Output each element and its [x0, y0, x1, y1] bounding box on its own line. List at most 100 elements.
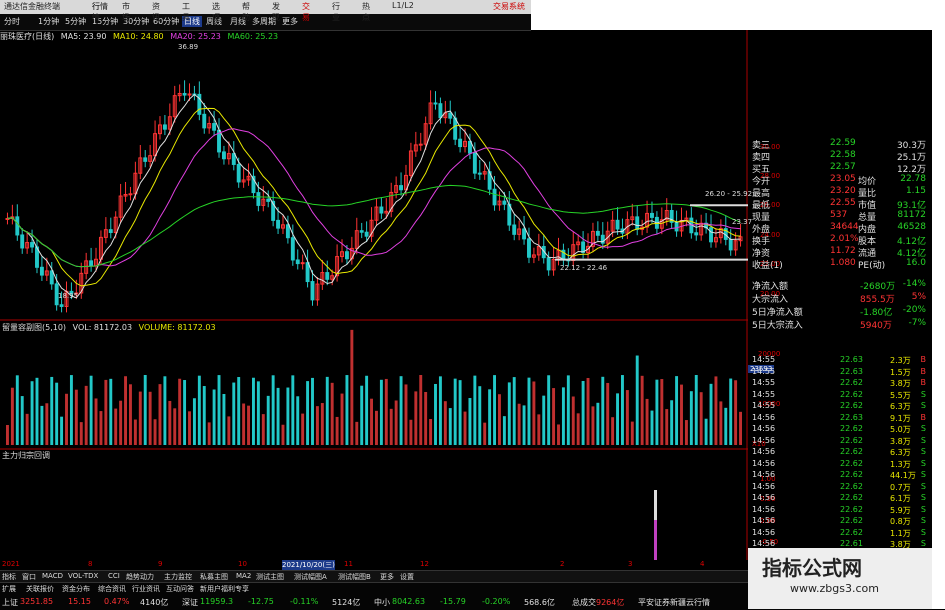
tick-price: 22.63: [840, 355, 863, 364]
tick-volume: 3.8万: [890, 436, 911, 446]
tab-test-main[interactable]: 测试主图: [256, 572, 284, 582]
volume-bar: [488, 389, 492, 445]
menu-item-quote[interactable]: 行情: [92, 1, 100, 23]
tab-extend[interactable]: 扩展: [2, 584, 16, 594]
tab-ma2[interactable]: MA2: [236, 572, 251, 580]
menu-item-news[interactable]: 资讯: [152, 1, 160, 23]
menu-item-help[interactable]: 帮助: [242, 1, 250, 23]
tick-side: B: [920, 355, 927, 364]
date-tick: 11: [344, 560, 353, 568]
tab-new-user[interactable]: 新用户福利专享: [200, 584, 249, 594]
menu-item-hot[interactable]: 热点: [362, 1, 370, 23]
tick-row[interactable]: 14:56 22.62 1.1万 S: [750, 528, 930, 539]
indicator-pane-title: 主力归宗回调: [2, 450, 50, 461]
tab-related-quote[interactable]: 关联报价: [26, 584, 54, 594]
tab-industry-news[interactable]: 行业资讯: [132, 584, 160, 594]
account-link[interactable]: 交易系统: [493, 1, 525, 12]
index-c: 15.15: [68, 597, 91, 606]
candle-body: [502, 200, 507, 205]
tab-more[interactable]: 更多: [380, 572, 394, 582]
volume-bar: [655, 379, 659, 445]
tab-qa[interactable]: 互动问答: [166, 584, 194, 594]
tick-volume: 9.1万: [890, 413, 911, 423]
volume-bar: [212, 389, 216, 445]
tab-trend-power[interactable]: 趋势动力: [126, 572, 154, 582]
tab-period-5min[interactable]: 5分钟: [65, 16, 86, 27]
tick-row[interactable]: 14:56 22.62 5.9万 S: [750, 505, 930, 516]
tick-price: 22.62: [840, 516, 863, 525]
tab-test-a[interactable]: 测试幅图A: [294, 572, 327, 582]
tab-private-main[interactable]: 私募主图: [200, 572, 228, 582]
news-ticker[interactable]: 平安证券新疆云行情: [638, 597, 710, 608]
flow-percent: -20%: [902, 305, 926, 315]
tick-row[interactable]: 14:56 22.62 0.8万 S: [750, 516, 930, 527]
tick-volume: 2.3万: [890, 356, 911, 365]
volume-bar: [507, 382, 511, 445]
menu-item-industry[interactable]: 行业: [332, 1, 340, 23]
menu-item-market[interactable]: 市场: [122, 1, 130, 23]
tick-time: 14:56: [752, 435, 776, 445]
tab-indicator[interactable]: 指标: [2, 572, 16, 582]
tab-window[interactable]: 窗口: [22, 572, 36, 582]
menu-item-tools[interactable]: 工具: [182, 1, 190, 23]
tab-main-monitor[interactable]: 主力监控: [164, 572, 192, 582]
index-v: 8042.63: [392, 597, 426, 606]
tick-row[interactable]: 14:55 22.62 5.5万 S: [750, 390, 930, 401]
tick-row[interactable]: 14:55 22.62 6.3万 S: [750, 401, 930, 412]
menu-item-discover[interactable]: 发现: [272, 1, 280, 23]
date-tick: 8: [88, 560, 93, 568]
index-v: 9264亿: [596, 598, 625, 607]
volume-bar: [389, 408, 393, 445]
tick-row[interactable]: 14:56 22.62 0.7万 S: [750, 482, 930, 493]
tick-time: 14:56: [752, 504, 776, 514]
menu-item-trade[interactable]: 交易: [302, 1, 310, 23]
tick-row[interactable]: 14:56 22.62 1.3万 S: [750, 459, 930, 470]
volume-bar: [581, 380, 585, 445]
kline-chart[interactable]: [0, 30, 748, 570]
tick-row[interactable]: 14:56 22.62 6.3万 S: [750, 447, 930, 458]
tab-vol-tdx[interactable]: VOL-TDX: [68, 572, 98, 580]
candle-body: [527, 238, 531, 258]
tick-row[interactable]: 14:55 22.62 3.8万 B: [750, 378, 930, 389]
tick-time: 14:55: [752, 401, 776, 410]
window-title: 通达信金融终端: [4, 2, 60, 11]
volume-bar: [281, 424, 285, 445]
volume-bar: [739, 411, 742, 445]
tick-price: 22.62: [840, 527, 863, 537]
tab-macd[interactable]: MACD: [42, 572, 63, 580]
candle-body: [221, 151, 226, 160]
menu-item-level2[interactable]: L1/L2: [392, 1, 414, 10]
volume-title: 留量容副图(5,10): [2, 323, 67, 332]
volume-bar: [143, 375, 147, 445]
tick-row[interactable]: 14:56 22.62 3.8万 S: [750, 436, 930, 447]
tick-side: S: [920, 481, 926, 491]
tick-volume: 6.3万: [890, 448, 911, 457]
tick-side: B: [920, 366, 927, 376]
tab-period-more[interactable]: 更多: [282, 16, 298, 27]
volume-bar: [252, 377, 255, 445]
tick-time: 14:55: [752, 355, 776, 364]
tab-period-1min[interactable]: 1分钟: [38, 16, 59, 27]
period-toolbar: 分时 1分钟 5分钟 15分钟 30分钟 60分钟 日线 周线 月线 多周期 更…: [0, 2, 531, 31]
volume-bar: [522, 405, 526, 445]
volume-bar: [217, 375, 221, 445]
tab-fund-distribution[interactable]: 资金分布: [62, 584, 90, 594]
volume-bar: [517, 403, 521, 445]
tick-row[interactable]: 14:56 22.63 9.1万 B: [750, 413, 930, 424]
volume-bar: [138, 391, 142, 445]
tick-row[interactable]: 14:55 22.63 1.5万 B: [750, 367, 930, 378]
volume-bar: [473, 375, 477, 445]
menu-item-options[interactable]: 选项: [212, 1, 220, 23]
tab-settings[interactable]: 设置: [400, 572, 414, 582]
tick-row[interactable]: 14:55 22.63 2.3万 B: [750, 355, 930, 366]
tab-cci[interactable]: CCI: [108, 572, 120, 580]
tab-test-b[interactable]: 测试幅图B: [338, 572, 371, 582]
tick-volume: 3.8万: [890, 379, 911, 388]
tick-row[interactable]: 14:56 22.62 44.1万 S: [750, 470, 930, 481]
tick-row[interactable]: 14:56 22.62 5.0万 S: [750, 424, 930, 435]
volume-bar: [104, 379, 108, 445]
volume-bar: [596, 402, 600, 445]
tab-general-news[interactable]: 综合资讯: [98, 584, 126, 594]
tick-row[interactable]: 14:56 22.62 6.1万 S: [750, 493, 930, 504]
tab-period-fenshi[interactable]: 分时: [4, 16, 20, 27]
